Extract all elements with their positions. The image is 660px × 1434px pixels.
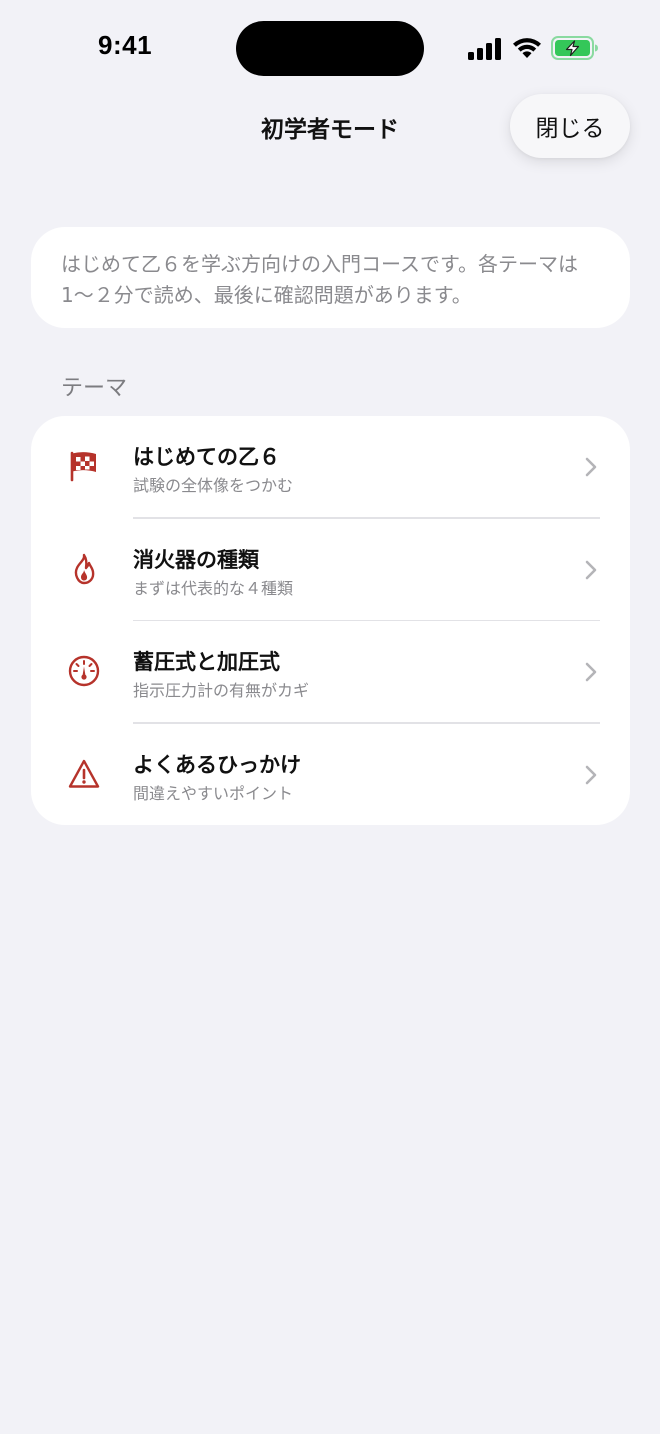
dynamic-island xyxy=(236,21,424,76)
flame-icon xyxy=(74,553,95,584)
topic-list: はじめての乙６ 試験の全体像をつかむ 消火器の種類 まずは代表的な４種類 蓄圧式… xyxy=(31,416,630,825)
topic-row-extinguisher-types[interactable]: 消火器の種類 まずは代表的な４種類 xyxy=(31,519,630,621)
chevron-right-icon xyxy=(585,457,597,477)
topic-row-common-traps[interactable]: よくあるひっかけ 間違えやすいポイント xyxy=(31,724,630,826)
topic-subtitle: 試験の全体像をつかむ xyxy=(133,476,294,495)
wifi-icon xyxy=(513,38,541,58)
topic-subtitle: まずは代表的な４種類 xyxy=(133,578,294,598)
warning-triangle-icon xyxy=(68,759,100,788)
chevron-right-icon xyxy=(585,662,597,682)
topic-title: よくあるひっかけ xyxy=(133,752,301,777)
close-button[interactable]: 閉じる xyxy=(510,94,630,158)
section-header: テーマ xyxy=(61,376,128,401)
topic-row-pressure-types[interactable]: 蓄圧式と加圧式 指示圧力計の有無がカギ xyxy=(31,621,630,724)
cellular-signal-icon xyxy=(468,38,501,60)
intro-card: はじめて乙６を学ぶ方向けの入門コースです。各テーマは1〜２分で読め、最後に確認問… xyxy=(31,227,630,328)
topic-subtitle: 間違えやすいポイント xyxy=(133,783,294,803)
screen: 9:41 初学者モード 閉じる はじめて乙６を学ぶ方向けの入門コースです。各テー… xyxy=(0,0,660,1434)
topic-subtitle: 指示圧力計の有無がカギ xyxy=(133,681,310,700)
chevron-right-icon xyxy=(585,765,597,784)
intro-text: はじめて乙６を学ぶ方向けの入門コースです。各テーマは1〜２分で読め、最後に確認問… xyxy=(61,252,578,307)
topic-title: 消火器の種類 xyxy=(133,547,259,572)
topic-title: 蓄圧式と加圧式 xyxy=(133,650,280,674)
topic-row-intro[interactable]: はじめての乙６ 試験の全体像をつかむ xyxy=(31,416,630,519)
chevron-right-icon xyxy=(585,560,597,579)
gauge-icon xyxy=(68,655,100,687)
status-bar: 9:41 xyxy=(0,0,660,96)
status-time: 9:41 xyxy=(98,30,153,60)
checkered-flag-icon xyxy=(70,451,96,482)
topic-title: はじめての乙６ xyxy=(133,445,280,469)
battery-charging-icon xyxy=(551,36,598,60)
